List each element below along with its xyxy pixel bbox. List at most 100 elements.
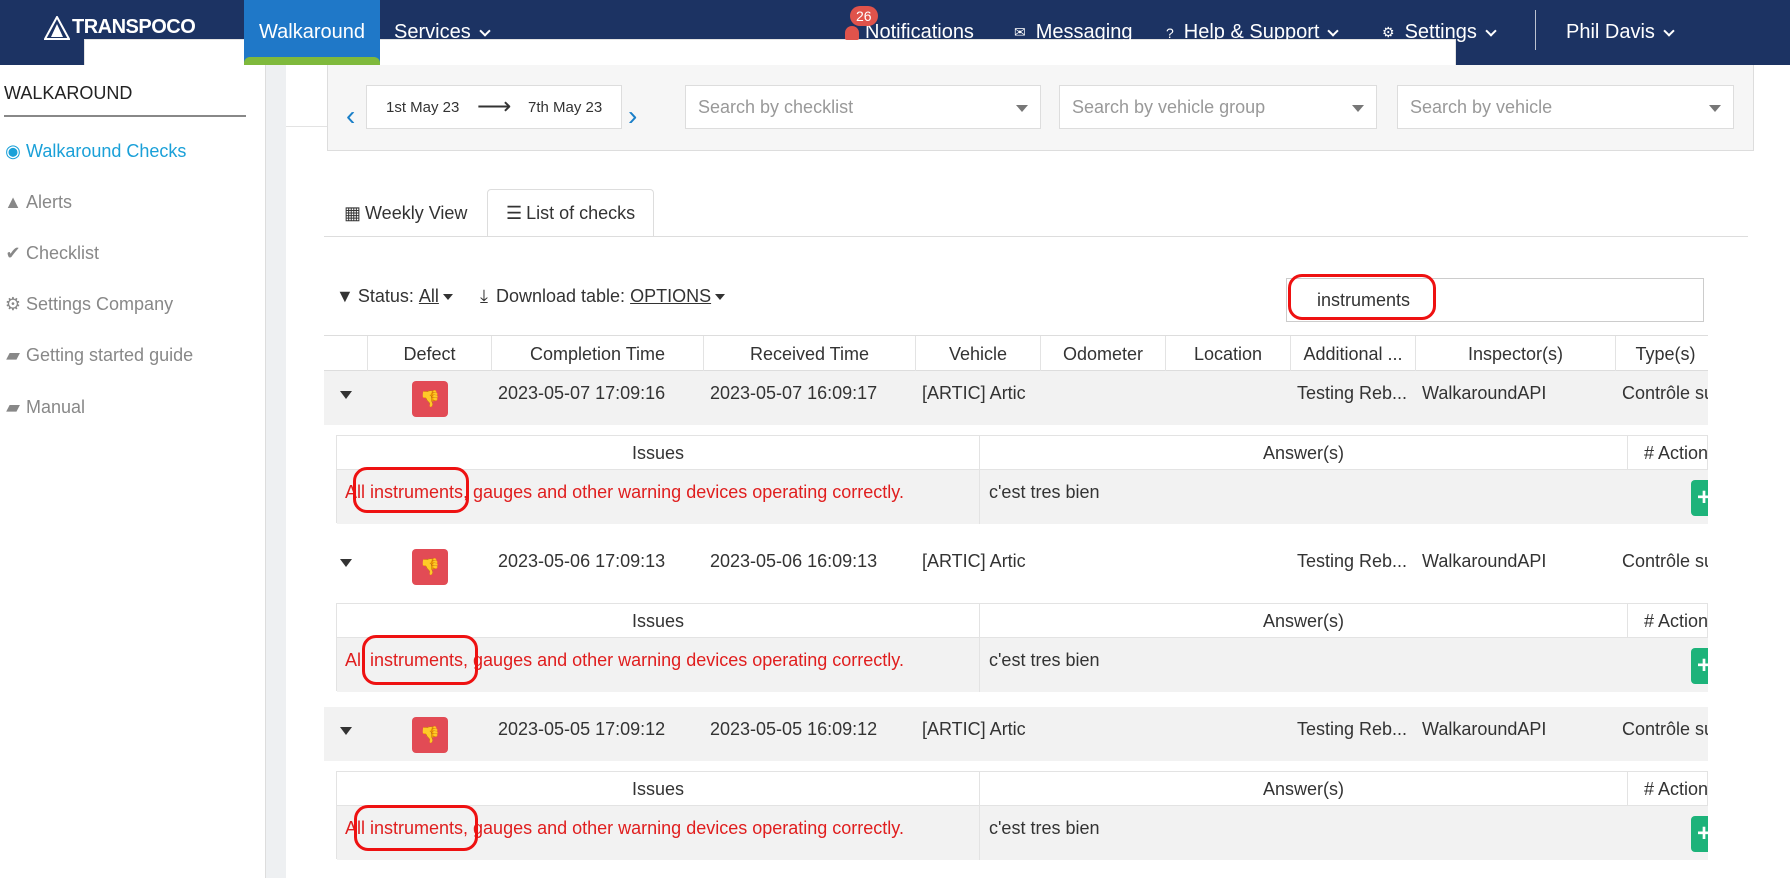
next-week-button[interactable]: › — [628, 100, 637, 132]
table-search-value: instruments — [1317, 289, 1411, 310]
sidebar-item-label: Walkaround Checks — [26, 141, 187, 161]
sidebar: WALKAROUND ◉ Walkaround Checks ▲ Alerts ✔ C… — [0, 65, 266, 878]
subtable-header-actions: # Actions — [1628, 604, 1708, 638]
nav-walkaround-label: Walkaround — [259, 21, 365, 43]
nav-user-menu[interactable]: Phil Davis — [1566, 0, 1675, 65]
brand-logo[interactable]: TRANSPOCO TELEMATICS — [44, 14, 1456, 127]
sidebar-item-alerts[interactable]: ▲ Alerts — [4, 192, 72, 213]
status-label: Status: — [357, 286, 414, 306]
sidebar-item-manual[interactable]: ▰ Manual — [4, 397, 85, 418]
checks-table: Defect Completion Time Received Time Veh… — [324, 335, 1708, 878]
add-action-button[interactable]: + — [1691, 480, 1708, 516]
completion-time: 2023-05-06 17:09:13 — [498, 551, 666, 571]
sidebar-item-checklist[interactable]: ✔ Checklist — [4, 243, 99, 264]
chevron-down-icon — [479, 24, 491, 37]
column-header[interactable]: Inspector(s) — [1416, 336, 1616, 372]
top-navbar: TRANSPOCO TELEMATICS Walkaround Services… — [0, 0, 1790, 127]
nav-services[interactable]: Services — [394, 0, 491, 65]
column-header[interactable]: Additional ... — [1291, 336, 1416, 372]
previous-week-button[interactable]: ‹ — [346, 100, 355, 132]
type: Contrôle su — [1622, 551, 1708, 571]
sidebar-divider — [4, 115, 246, 117]
nav-messaging[interactable]: ✉ Messaging — [1014, 0, 1132, 65]
issue-text: All instruments, gauges and other warnin… — [345, 818, 904, 838]
thumbs-down-icon[interactable]: 👎 — [412, 381, 448, 417]
table-row[interactable]: 👎 2023-05-06 17:09:13 2023-05-06 16:09:1… — [324, 539, 1708, 593]
caret-down-icon[interactable] — [340, 559, 352, 567]
received-time: 2023-05-06 16:09:13 — [710, 551, 878, 571]
thumbs-down-icon[interactable]: 👎 — [412, 717, 448, 753]
sidebar-title: WALKAROUND — [4, 83, 133, 103]
column-header[interactable]: Received Time — [704, 336, 916, 372]
column-header[interactable]: Vehicle — [916, 336, 1041, 372]
gear-icon: ⚙ — [1382, 24, 1395, 40]
thumbs-down-icon[interactable]: 👎 — [412, 549, 448, 585]
subtable-row: All instruments, gauges and other warnin… — [337, 470, 1708, 524]
subtable-header-answers: Answer(s) — [980, 436, 1628, 470]
user-name: Phil Davis — [1566, 21, 1655, 43]
book-icon: ▰ — [6, 397, 20, 417]
column-header[interactable]: Defect — [368, 336, 492, 372]
column-header[interactable]: Odometer — [1041, 336, 1166, 372]
caret-down-icon — [1352, 105, 1364, 112]
vehicle-group-select[interactable]: Search by vehicle group — [1059, 85, 1377, 129]
subtable-header: Issues Answer(s) # Actions — [337, 772, 1708, 806]
subtable-header-answers: Answer(s) — [980, 772, 1628, 806]
subtable-divider — [979, 806, 980, 860]
column-header[interactable]: Location — [1166, 336, 1291, 372]
vehicle-select[interactable]: Search by vehicle — [1397, 85, 1734, 129]
subtable-header-answers: Answer(s) — [980, 604, 1628, 638]
additional: Testing Reb... — [1297, 551, 1408, 571]
type: Contrôle su — [1622, 383, 1708, 403]
subtable-header-actions: # Actions — [1628, 772, 1708, 806]
inspector: WalkaroundAPI — [1422, 719, 1547, 739]
column-header[interactable]: Completion Time — [492, 336, 704, 372]
vehicle-group-select-placeholder: Search by vehicle group — [1072, 96, 1266, 117]
sidebar-item-label: Getting started guide — [26, 345, 194, 365]
status-filter[interactable]: ▼ Status: All — [336, 286, 453, 307]
subtable-row: All instruments, gauges and other warnin… — [337, 806, 1708, 860]
nav-help-support[interactable]: ? Help & Support — [1166, 0, 1340, 65]
date-range-picker[interactable]: 1st May 23 ⟶ 7th May 23 — [366, 85, 622, 129]
chevron-down-icon — [1327, 24, 1340, 37]
checklist-select[interactable]: Search by checklist — [685, 85, 1041, 129]
nav-messaging-label: Messaging — [1035, 21, 1133, 43]
status-value: All — [418, 286, 439, 306]
nav-services-label: Services — [394, 21, 471, 43]
subtable-header-issues: Issues — [337, 772, 980, 806]
column-header[interactable]: Type(s) — [1616, 336, 1708, 372]
odometer — [1041, 539, 1166, 593]
caret-down-icon — [442, 293, 453, 300]
caret-down-icon[interactable] — [340, 391, 352, 399]
sidebar-item-settings-company[interactable]: ⚙ Settings Company — [4, 294, 173, 315]
add-action-button[interactable]: + — [1691, 648, 1708, 684]
caret-down-icon[interactable] — [340, 727, 352, 735]
nav-walkaround[interactable]: Walkaround — [244, 0, 380, 65]
issue-subtable: Issues Answer(s) # Actions All instrumen… — [336, 771, 1708, 860]
caret-down-icon — [1709, 105, 1721, 112]
table-row[interactable]: 👎 2023-05-07 17:09:16 2023-05-07 16:09:1… — [324, 371, 1708, 425]
issue-text: All instruments, gauges and other warnin… — [345, 482, 904, 502]
download-icon: ⤓ — [480, 286, 488, 306]
add-action-button[interactable]: + — [1691, 816, 1708, 852]
type: Contrôle su — [1622, 719, 1708, 739]
table-search-input[interactable]: instruments — [1286, 278, 1704, 322]
tab-list-of-checks[interactable]: ☰ List of checks — [487, 189, 655, 237]
book-icon: ▰ — [6, 345, 20, 365]
table-row[interactable]: 👎 2023-05-05 17:09:12 2023-05-05 16:09:1… — [324, 707, 1708, 761]
nav-settings[interactable]: ⚙ Settings — [1382, 0, 1497, 65]
sidebar-item-walkaround-checks[interactable]: ◉ Walkaround Checks — [4, 141, 186, 162]
sidebar-item-label: Alerts — [26, 192, 73, 212]
tab-list-label: List of checks — [526, 202, 636, 223]
sidebar-item-label: Settings Company — [26, 294, 174, 314]
additional: Testing Reb... — [1297, 719, 1408, 739]
sidebar-item-getting-started[interactable]: ▰ Getting started guide — [4, 345, 193, 366]
tabs-divider — [324, 236, 1748, 237]
vehicle-select-placeholder: Search by vehicle — [1410, 96, 1553, 117]
subtable-divider — [979, 470, 980, 524]
envelope-icon: ✉ — [1014, 24, 1026, 40]
vehicle: [ARTIC] Artic — [922, 383, 1026, 403]
download-table[interactable]: ⤓ Download table: OPTIONS — [480, 286, 726, 307]
tab-weekly-view[interactable]: ▦ Weekly View — [326, 189, 485, 237]
filter-icon: ▼ — [336, 286, 354, 306]
